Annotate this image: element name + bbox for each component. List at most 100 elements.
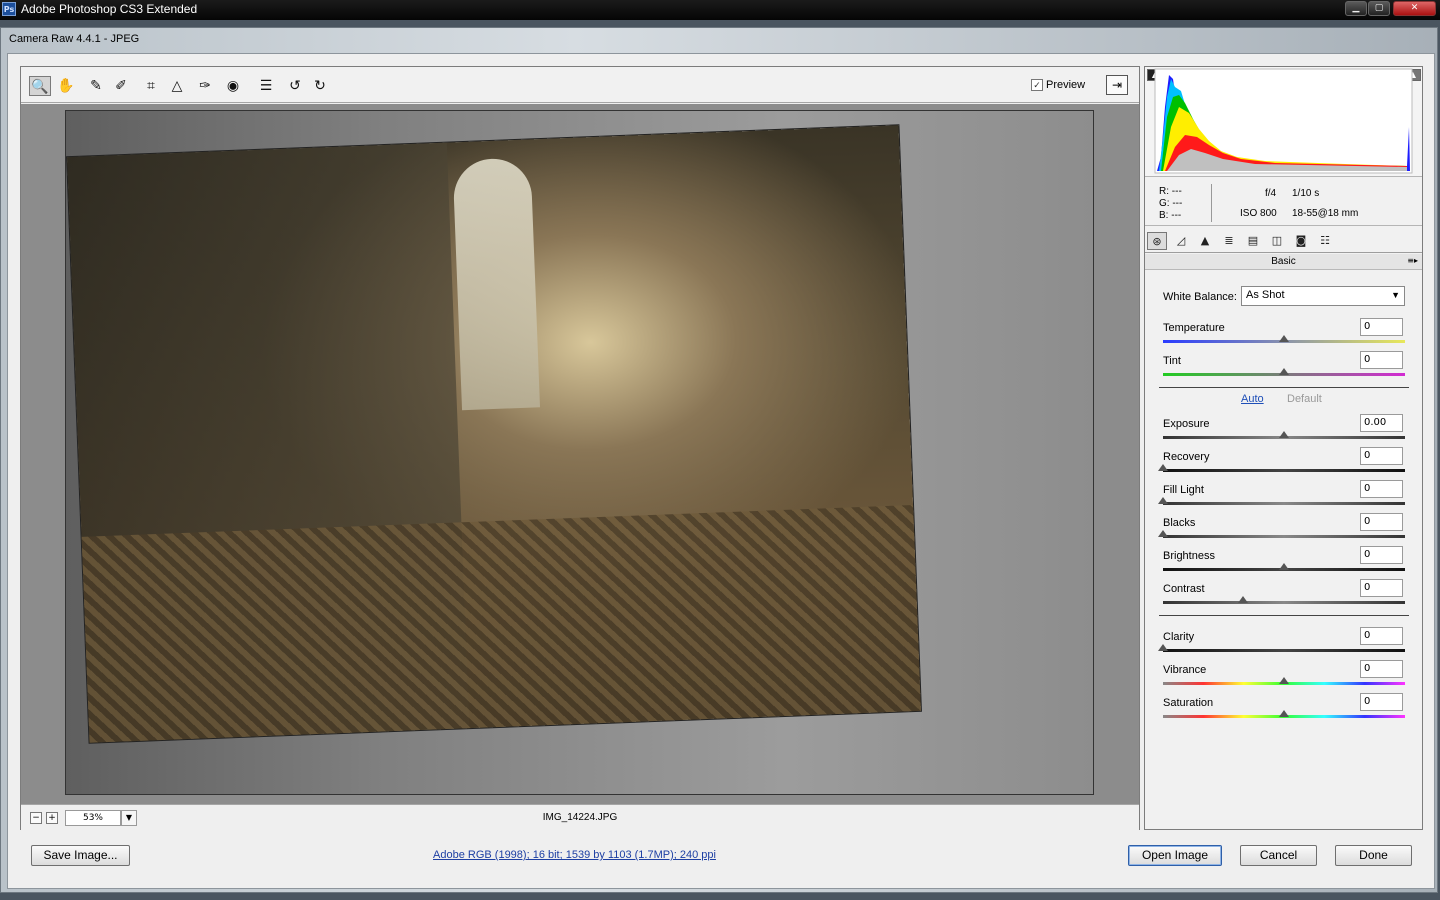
fill-light-field[interactable]: 0 [1360,480,1403,498]
color-sampler-tool-button[interactable]: ✐ [110,76,132,96]
retouch-tool-button[interactable]: ✑ [194,76,216,96]
contrast-track[interactable] [1163,601,1405,604]
temperature-field[interactable]: 0 [1360,318,1403,336]
close-button[interactable]: ✕ [1393,1,1436,16]
tab-presets[interactable]: ☷ [1315,232,1335,250]
dialog-title: Camera Raw 4.4.1 - JPEG [9,33,140,45]
temperature-thumb[interactable] [1279,335,1289,342]
adjustments-panel: ▲ ▲ R: --- G: --- B: --- [1144,66,1423,830]
hand-icon: ✋ [57,78,75,94]
rotate-cw-icon: ↻ [314,78,326,94]
photoshop-logo-icon: Ps [2,2,16,16]
tab-camera-calibration[interactable]: ◙ [1291,232,1311,250]
tab-lens-corrections[interactable]: ◫ [1267,232,1287,250]
mountain-icon: ▲ [1200,234,1210,247]
clarity-track[interactable] [1163,649,1405,652]
info-separator [1211,184,1212,222]
brightness-field[interactable]: 0 [1360,546,1403,564]
saturation-field[interactable]: 0 [1360,693,1403,711]
rotate-left-button[interactable]: ↺ [284,76,306,96]
straighten-tool-button[interactable]: △ [166,76,188,96]
slider-exposure: Exposure 0.00 [1161,414,1407,446]
preview-checkbox[interactable]: ✓ [1031,79,1043,91]
slider-contrast: Contrast 0 [1161,579,1407,611]
tint-field[interactable]: 0 [1360,351,1403,369]
clarity-thumb[interactable] [1158,644,1168,651]
aperture-icon: ⊛ [1152,235,1162,248]
preview-toggle[interactable]: ✓ Preview [1031,77,1085,93]
presets-icon: ☷ [1320,234,1330,247]
recovery-field[interactable]: 0 [1360,447,1403,465]
g-value: --- [1172,198,1183,209]
list-icon: ☰ [259,78,273,94]
fill-light-track[interactable] [1163,502,1405,505]
white-balance-tool-button[interactable]: ✎ [85,76,107,96]
done-button[interactable]: Done [1335,845,1412,866]
toolbar: 🔍 ✋ ✎ ✐ ⌗ △ ✑ ◉ ☰ ↺ ↻ ✓ Preview ⇥ [21,67,1139,103]
blacks-thumb[interactable] [1158,530,1168,537]
red-eye-tool-button[interactable]: ◉ [222,76,244,96]
tab-tone-curve[interactable]: ◿ [1171,232,1191,250]
slider-tint: Tint 0 [1161,351,1407,383]
preferences-button[interactable]: ☰ [255,76,277,96]
window-title: Adobe Photoshop CS3 Extended [21,2,198,16]
cancel-button[interactable]: Cancel [1240,845,1317,866]
white-balance-select[interactable]: As Shot ▼ [1241,286,1405,306]
tab-basic[interactable]: ⊛ [1147,232,1167,250]
exposure-thumb[interactable] [1279,431,1289,438]
aperture-value: f/4 [1265,188,1277,199]
rotate-right-button[interactable]: ↻ [309,76,331,96]
blacks-field[interactable]: 0 [1360,513,1403,531]
vibrance-field[interactable]: 0 [1360,660,1403,678]
slider-clarity: Clarity 0 [1158,627,1407,659]
vibrance-thumb[interactable] [1279,677,1289,684]
crop-tool-button[interactable]: ⌗ [140,76,162,96]
recovery-thumb[interactable] [1158,464,1168,471]
maximize-button[interactable]: ▢ [1368,1,1390,16]
panel-menu-icon[interactable]: ≡▸ [1407,256,1418,265]
camera-raw-dialog: Camera Raw 4.4.1 - JPEG 🔍 ✋ ✎ ✐ ⌗ △ ✑ ◉ … [0,27,1438,893]
open-image-button[interactable]: Open Image [1128,845,1222,866]
fill-light-thumb[interactable] [1158,497,1168,504]
minimize-button[interactable]: ▁ [1345,1,1367,16]
image-canvas[interactable] [21,104,1139,804]
slider-label: Recovery [1163,451,1210,463]
white-balance-label: White Balance: [1163,291,1237,303]
clarity-field[interactable]: 0 [1360,627,1403,645]
tint-thumb[interactable] [1279,368,1289,375]
rgb-readout: R: --- G: --- B: --- [1159,186,1182,222]
contrast-field[interactable]: 0 [1360,579,1403,597]
tab-detail[interactable]: ▲ [1195,232,1215,250]
camera-icon: ◙ [1295,234,1307,247]
default-link[interactable]: Default [1287,393,1322,405]
tab-hsl[interactable]: ≣ [1219,232,1239,250]
split-toning-icon: ▤ [1247,234,1259,247]
slider-brightness: Brightness 0 [1161,546,1407,578]
brush-icon: ✑ [199,78,211,94]
crop-frame[interactable] [65,110,1094,795]
workflow-options-link[interactable]: Adobe RGB (1998); 16 bit; 1539 by 1103 (… [8,849,1141,861]
histogram-graph [1154,68,1413,174]
curve-icon: ◿ [1176,234,1186,247]
section-divider [1159,387,1409,388]
photo-preview [67,125,921,743]
exposure-field[interactable]: 0.00 [1360,414,1403,432]
slider-label: Brightness [1163,550,1215,562]
recovery-track[interactable] [1163,469,1405,472]
contrast-thumb[interactable] [1237,596,1248,603]
status-bar: − + 53% ▼ IMG_14224.JPG [21,804,1139,830]
auto-link[interactable]: Auto [1241,393,1264,405]
hand-tool-button[interactable]: ✋ [55,76,77,96]
magnifier-icon: 🔍 [31,79,49,95]
tab-split-toning[interactable]: ▤ [1243,232,1263,250]
zoom-tool-button[interactable]: 🔍 [29,76,51,96]
brightness-thumb[interactable] [1279,563,1289,570]
slider-label: Saturation [1163,697,1214,709]
slider-label: Clarity [1163,631,1195,643]
fullscreen-button[interactable]: ⇥ [1106,75,1128,95]
dialog-body: 🔍 ✋ ✎ ✐ ⌗ △ ✑ ◉ ☰ ↺ ↻ ✓ Preview ⇥ − + 53… [7,53,1435,889]
blacks-track[interactable] [1163,535,1405,538]
histogram: ▲ ▲ [1145,67,1422,177]
fullscreen-icon: ⇥ [1111,78,1123,92]
saturation-thumb[interactable] [1279,710,1289,717]
